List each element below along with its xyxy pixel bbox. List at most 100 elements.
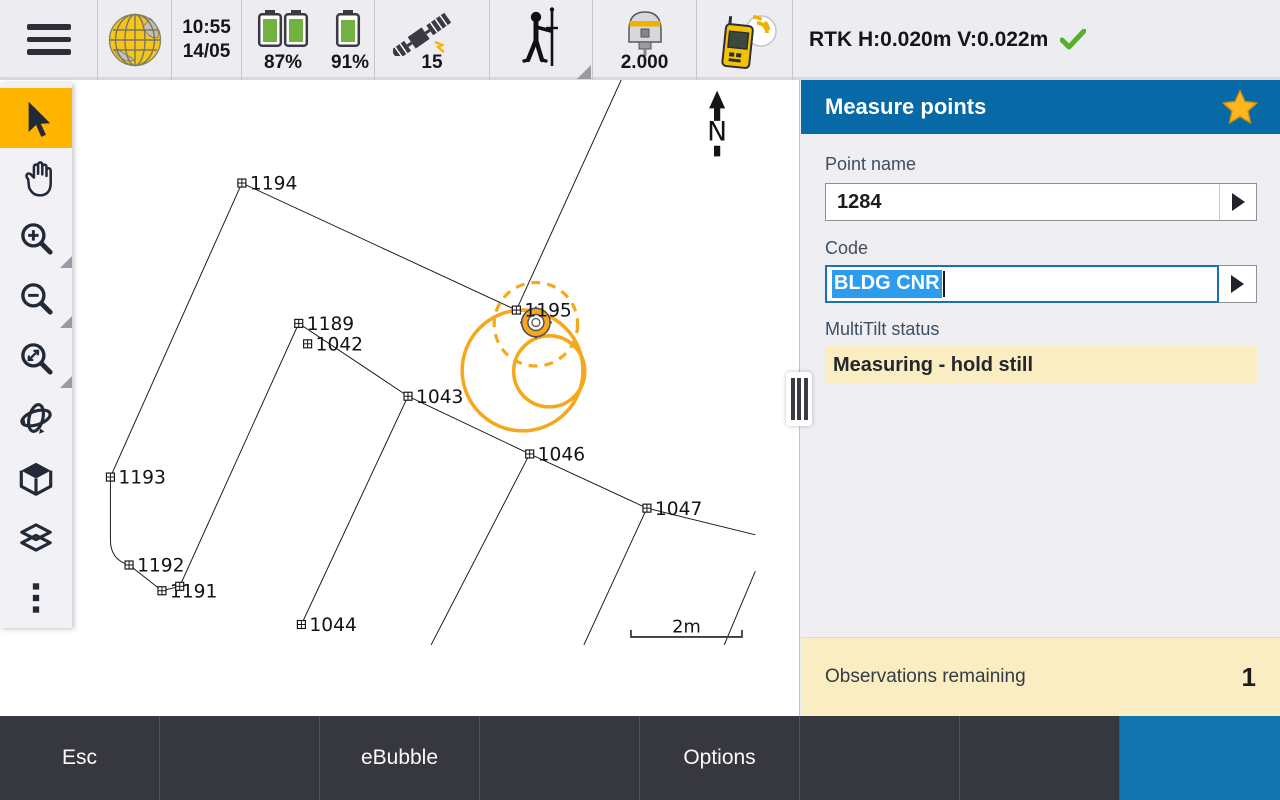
cursor-icon <box>15 97 57 139</box>
survey-point[interactable]: 1046 <box>526 445 585 466</box>
survey-line[interactable] <box>516 80 621 310</box>
softkey-esc[interactable]: Esc <box>0 716 160 800</box>
softkey-ebubble[interactable]: eBubble <box>320 716 480 800</box>
survey-point[interactable]: 1042 <box>304 334 363 355</box>
softkey-options[interactable]: Options <box>640 716 800 800</box>
survey-point[interactable]: 1191 <box>158 581 217 602</box>
main-area: 1194 11891042 1195 1043 1046 1047 1193 1192 1191… <box>0 80 1280 716</box>
point-name-value[interactable]: 1284 <box>826 184 1219 220</box>
observations-label: Observations remaining <box>825 666 1026 688</box>
map-view-button[interactable] <box>98 0 172 80</box>
scale-label: 2m <box>672 618 701 638</box>
point-name-menu-button[interactable] <box>1219 184 1256 220</box>
softkey-accent[interactable] <box>1120 716 1280 800</box>
layers-icon <box>15 517 57 559</box>
point-label: 1192 <box>137 556 184 577</box>
magnifier-arrows-icon <box>15 337 57 379</box>
battery-icon <box>285 10 307 46</box>
satellite-count: 15 <box>375 52 489 74</box>
tool-orbit[interactable] <box>0 388 72 448</box>
panel-resize-handle[interactable] <box>786 372 812 426</box>
multitilt-status: Measuring - hold still <box>825 346 1257 384</box>
globe-icon <box>106 11 164 69</box>
point-name-label: Point name <box>825 154 1257 175</box>
connections-button[interactable] <box>697 0 793 80</box>
survey-point[interactable]: 1194 <box>238 174 297 195</box>
right-arrow-icon <box>1232 193 1245 211</box>
code-input[interactable]: BLDG CNR <box>825 265 1219 303</box>
point-label: 1044 <box>309 615 356 636</box>
tool-layers[interactable] <box>0 508 72 568</box>
time-label: 10:55 <box>182 17 231 38</box>
survey-line[interactable] <box>242 183 516 310</box>
tool-zoom-extents[interactable] <box>0 328 72 388</box>
map-canvas[interactable]: 1194 11891042 1195 1043 1046 1047 1193 1192 1191… <box>0 80 800 716</box>
survey-line[interactable] <box>584 508 647 645</box>
map-view[interactable]: 1194 11891042 1195 1043 1046 1047 1193 1192 1191… <box>0 80 800 716</box>
survey-point[interactable]: 1189 <box>295 314 354 335</box>
svg-text:N: N <box>707 116 727 147</box>
survey-point[interactable] <box>176 582 184 590</box>
observations-value: 1 <box>1242 662 1256 693</box>
point-label: 1046 <box>538 445 585 466</box>
point-label: 1193 <box>118 468 165 489</box>
point-name-field[interactable]: 1284 <box>825 183 1257 221</box>
panel-header: Measure points <box>801 80 1280 134</box>
measure-panel: Measure points Point name 1284 Code BLDG… <box>801 80 1280 716</box>
tool-select[interactable] <box>0 88 72 148</box>
point-label: 1047 <box>655 499 702 520</box>
tool-zoom-out[interactable] <box>0 268 72 328</box>
softkey-empty-3[interactable] <box>480 716 640 800</box>
check-icon <box>1060 29 1086 51</box>
cube-icon <box>15 457 57 499</box>
gnss-precision-circle <box>514 336 585 407</box>
code-value-selected[interactable]: BLDG CNR <box>832 270 942 298</box>
point-label: 1189 <box>307 314 354 335</box>
point-label: 1194 <box>250 174 297 195</box>
code-menu-button[interactable] <box>1219 265 1257 303</box>
tool-pan[interactable] <box>0 148 72 208</box>
survey-line[interactable] <box>431 454 530 645</box>
survey-point[interactable]: 1193 <box>106 468 165 489</box>
rtk-status-cell[interactable]: RTK H:0.020m V:0.022m <box>793 0 1280 80</box>
north-arrow: N <box>707 91 727 157</box>
survey-mode-button[interactable] <box>490 0 593 80</box>
softkey-empty-5[interactable] <box>800 716 960 800</box>
point-label: 1195 <box>524 301 571 322</box>
panel-title: Measure points <box>825 94 986 120</box>
clock-display: 10:55 14/05 <box>172 0 242 80</box>
satellites-button[interactable]: 15 <box>375 0 490 80</box>
survey-point[interactable]: 1044 <box>297 615 356 636</box>
gnss-receiver-icon <box>593 8 697 56</box>
favorite-star-icon[interactable] <box>1222 89 1258 125</box>
hand-icon <box>15 157 57 199</box>
tool-3d-view[interactable] <box>0 448 72 508</box>
survey-point[interactable]: 1043 <box>404 387 463 408</box>
survey-line[interactable] <box>724 571 755 645</box>
tool-zoom-in[interactable] <box>0 208 72 268</box>
tool-more[interactable] <box>0 568 72 628</box>
receiver-button[interactable]: 2.000 <box>593 0 697 80</box>
battery2-percent: 91% <box>331 52 369 74</box>
observations-band: Observations remaining 1 <box>801 637 1280 716</box>
code-field[interactable]: BLDG CNR <box>825 265 1257 303</box>
right-arrow-icon <box>1231 275 1244 293</box>
softkey-bar: Esc eBubble Options <box>0 716 1280 800</box>
date-label: 14/05 <box>183 41 231 62</box>
multitilt-label: MultiTilt status <box>825 319 1257 340</box>
magnifier-minus-icon <box>15 277 57 319</box>
menu-button[interactable] <box>0 0 98 80</box>
rtk-status-text: RTK H:0.020m V:0.022m <box>809 28 1048 52</box>
softkey-empty-6[interactable] <box>960 716 1120 800</box>
softkey-empty-1[interactable] <box>160 716 320 800</box>
survey-point[interactable]: 1192 <box>125 556 184 577</box>
survey-line[interactable] <box>301 396 408 624</box>
ellipsis-icon <box>15 577 57 619</box>
controller-radio-icon <box>697 5 793 77</box>
battery-status[interactable]: 87% 91% <box>242 0 375 80</box>
surveyor-icon <box>512 6 572 70</box>
orbit-icon <box>15 397 57 439</box>
flyout-indicator <box>60 256 72 268</box>
flyout-indicator <box>60 316 72 328</box>
point-label: 1043 <box>416 387 463 408</box>
